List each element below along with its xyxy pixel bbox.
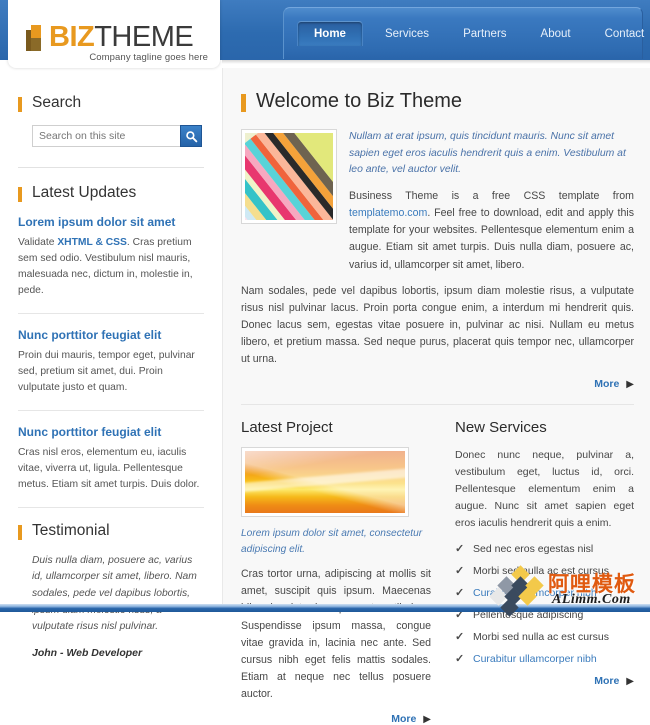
list-item[interactable]: Sed nec eros egestas nisl bbox=[455, 542, 634, 555]
latest-updates-heading: Latest Updates bbox=[18, 184, 204, 202]
logo-panel[interactable]: BIZ THEME Company tagline goes here bbox=[8, 0, 220, 68]
project-thumbnail[interactable] bbox=[241, 447, 409, 518]
testimonial-quote: Duis nulla diam, posuere ac, varius id, … bbox=[32, 554, 197, 633]
book-logo-icon bbox=[26, 24, 41, 51]
intro-lead: Nullam at erat ipsum, quis tincidunt mau… bbox=[349, 131, 626, 176]
new-services-heading: New Services bbox=[455, 419, 547, 437]
more-link-services[interactable]: More bbox=[594, 675, 619, 687]
list-item[interactable]: Curabitur ullamcorper nibh bbox=[455, 586, 634, 599]
welcome-more-row[interactable]: More ▶ bbox=[241, 378, 634, 390]
update-title-link[interactable]: Nunc porttitor feugiat elit bbox=[18, 328, 204, 342]
project-caption: Lorem ipsum dolor sit amet, consectetur … bbox=[241, 528, 423, 555]
divider bbox=[18, 167, 204, 168]
templatemo-link[interactable]: templatemo.com bbox=[349, 207, 427, 219]
colorful-stripes-image bbox=[245, 133, 333, 220]
para1-before: Business Theme is a free CSS template fr… bbox=[349, 189, 634, 202]
footer-bar bbox=[0, 604, 650, 612]
list-item[interactable]: Nunc porttitor feugiat elit Cras nisl er… bbox=[18, 425, 204, 493]
intro-texts: Nullam at erat ipsum, quis tincidunt mau… bbox=[349, 129, 634, 274]
update-text-before: Validate bbox=[18, 237, 58, 248]
site-header: BIZ THEME Company tagline goes here Home … bbox=[0, 0, 650, 68]
logo-primary-text: BIZ bbox=[49, 21, 95, 53]
site-tagline: Company tagline goes here bbox=[89, 52, 208, 63]
testimonial-author: John - Web Developer bbox=[32, 646, 143, 659]
nav-item-contact[interactable]: Contact bbox=[593, 21, 650, 47]
arrow-right-icon: ▶ bbox=[626, 378, 634, 390]
services-text: Donec nunc neque, pulvinar a, vestibulum… bbox=[455, 449, 634, 530]
logo[interactable]: BIZ THEME bbox=[26, 21, 194, 54]
intro-paragraph-2-wrap: Nam sodales, pede vel dapibus lobortis, … bbox=[241, 283, 634, 369]
list-item[interactable]: Nunc porttitor feugiat elit Proin dui ma… bbox=[18, 328, 204, 396]
list-item[interactable]: Morbi sed nulla ac est cursus bbox=[455, 564, 634, 577]
divider bbox=[18, 409, 204, 411]
arrow-right-icon: ▶ bbox=[423, 713, 431, 725]
orange-wave-image bbox=[245, 451, 405, 514]
list-item[interactable]: Lorem ipsum dolor sit amet Validate XHTM… bbox=[18, 215, 204, 299]
nav-item-about[interactable]: About bbox=[529, 21, 583, 47]
search-input[interactable] bbox=[32, 125, 180, 147]
update-text: Validate XHTML & CSS. Cras pretium sem s… bbox=[18, 235, 204, 299]
search-button[interactable] bbox=[180, 125, 202, 147]
main-content: Welcome to Biz Theme Nullam at erat ipsu… bbox=[222, 68, 650, 725]
logo-secondary-text: THEME bbox=[94, 21, 194, 53]
search-heading: Search bbox=[18, 94, 204, 112]
lower-columns: Latest Project Lorem ipsum dolor sit ame… bbox=[241, 419, 634, 725]
header-shadow bbox=[222, 60, 650, 64]
header-left-edge bbox=[0, 0, 8, 60]
update-text: Cras nisl eros, elementum eu, iaculis vi… bbox=[18, 446, 200, 490]
update-title-link[interactable]: Nunc porttitor feugiat elit bbox=[18, 425, 204, 439]
intro-paragraph-2: Nam sodales, pede vel dapibus lobortis, … bbox=[241, 284, 634, 366]
divider bbox=[18, 312, 204, 314]
main-navigation[interactable]: Home Services Partners About Contact bbox=[283, 7, 644, 59]
page-body: Search Latest Updates Lorem ipsum dolor … bbox=[0, 68, 650, 725]
divider bbox=[18, 506, 204, 508]
intro-section: Nullam at erat ipsum, quis tincidunt mau… bbox=[241, 129, 634, 274]
project-more-row[interactable]: More ▶ bbox=[241, 713, 431, 725]
latest-project-section: Latest Project Lorem ipsum dolor sit ame… bbox=[241, 419, 431, 725]
welcome-thumbnail[interactable] bbox=[241, 129, 337, 224]
update-title-link[interactable]: Lorem ipsum dolor sit amet bbox=[18, 215, 204, 229]
more-link-project[interactable]: More bbox=[391, 713, 416, 725]
search-box[interactable] bbox=[32, 125, 202, 147]
divider bbox=[241, 404, 634, 406]
search-icon bbox=[185, 130, 197, 142]
list-item[interactable]: Morbi sed nulla ac est cursus bbox=[455, 630, 634, 643]
sidebar: Search Latest Updates Lorem ipsum dolor … bbox=[0, 68, 222, 659]
testimonial-heading: Testimonial bbox=[18, 522, 204, 540]
nav-item-home[interactable]: Home bbox=[297, 21, 363, 46]
latest-project-heading: Latest Project bbox=[241, 419, 333, 437]
intro-paragraph-1: Business Theme is a free CSS template fr… bbox=[349, 188, 634, 274]
project-text: Cras tortor urna, adipiscing at mollis s… bbox=[241, 568, 431, 701]
more-link-welcome[interactable]: More bbox=[594, 378, 619, 390]
nav-item-partners[interactable]: Partners bbox=[451, 21, 518, 47]
new-services-section: New Services Donec nunc neque, pulvinar … bbox=[455, 419, 634, 725]
update-text: Proin dui mauris, tempor eget, pulvinar … bbox=[18, 349, 195, 393]
page-title: Welcome to Biz Theme bbox=[241, 90, 634, 113]
nav-item-services[interactable]: Services bbox=[373, 21, 441, 47]
services-more-row[interactable]: More ▶ bbox=[455, 675, 634, 687]
list-item[interactable]: Curabitur ullamcorper nibh bbox=[455, 652, 634, 665]
xhtml-css-link[interactable]: XHTML & CSS bbox=[57, 237, 127, 248]
arrow-right-icon: ▶ bbox=[626, 675, 634, 687]
